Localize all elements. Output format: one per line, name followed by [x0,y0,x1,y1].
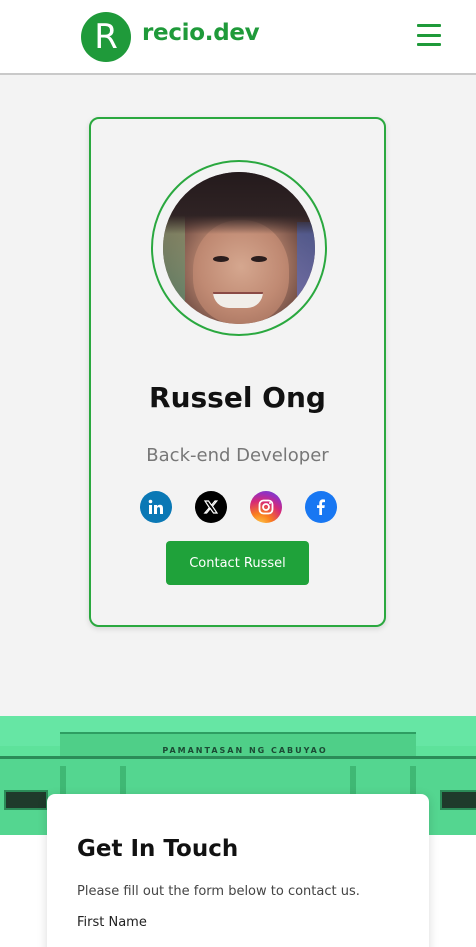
logo-icon[interactable]: R [81,12,131,62]
contact-form-card: Get In Touch Please fill out the form be… [47,794,429,947]
profile-card: Russel Ong Back-end Developer Contact Ru… [89,117,386,627]
social-links [140,491,340,523]
form-description: Please fill out the form below to contac… [77,884,360,899]
linkedin-icon[interactable] [140,491,172,523]
brand-name[interactable]: recio.dev [142,20,260,46]
menu-bar [417,43,441,46]
instagram-icon[interactable] [250,491,282,523]
top-header: R recio.dev [0,0,476,75]
facebook-icon[interactable] [305,491,337,523]
profile-name: Russel Ong [149,381,326,414]
avatar-background [297,222,315,302]
banner-sign: PAMANTASAN NG CABUYAO [162,746,328,755]
avatar-hair [163,172,315,234]
menu-bar [417,33,441,37]
form-title: Get In Touch [77,836,239,862]
hamburger-menu-icon[interactable] [414,20,444,50]
avatar-eye [251,256,267,262]
x-twitter-icon[interactable] [195,491,227,523]
banner-window [440,790,476,810]
first-name-label: First Name [77,915,147,930]
avatar-face [193,220,289,324]
contact-button[interactable]: Contact Russel [166,541,309,585]
banner-window [4,790,48,810]
menu-bar [417,24,441,27]
avatar [163,172,315,324]
avatar-eye [213,256,229,262]
profile-role: Back-end Developer [146,445,329,466]
